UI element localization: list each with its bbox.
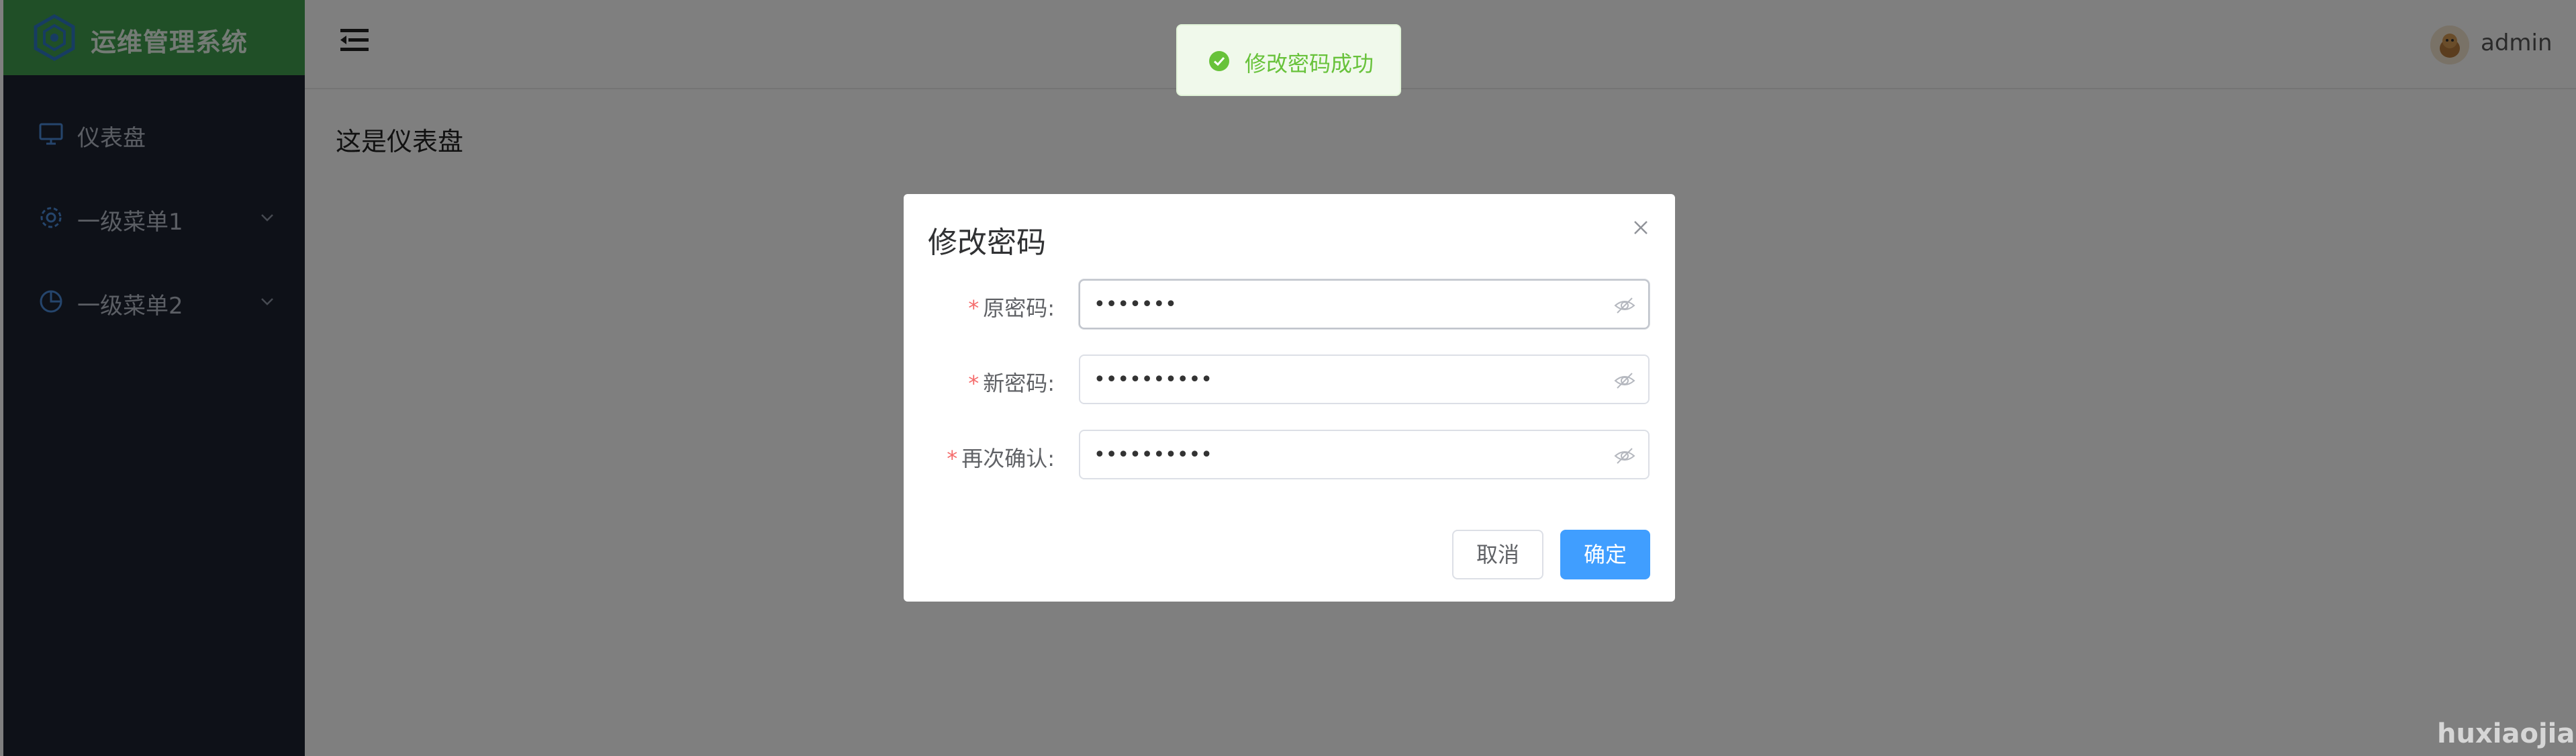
field-label: * 新密码:: [968, 371, 1055, 396]
eye-off-icon[interactable]: [1613, 295, 1636, 316]
confirm-password-input[interactable]: [1094, 440, 1604, 469]
old-password-input[interactable]: [1094, 290, 1604, 318]
success-toast: 修改密码成功: [1176, 24, 1401, 96]
confirm-button[interactable]: 确定: [1560, 530, 1650, 579]
required-mark: *: [947, 446, 958, 471]
check-circle-icon: [1209, 51, 1229, 71]
form-row-old-password: * 原密码:: [904, 279, 1675, 330]
change-password-dialog: 修改密码 *原密码: *新密码:: [904, 194, 1675, 602]
close-icon[interactable]: [1629, 216, 1653, 240]
app-root: 运维管理系统 仪表盘 一级菜单1 一级菜单2: [0, 0, 2576, 756]
watermark: huxiaojian: [2437, 718, 2576, 749]
form-row-new-password: * 新密码:: [904, 355, 1675, 405]
form-row-confirm-password: * 再次确认:: [904, 430, 1675, 480]
required-mark: *: [968, 371, 980, 396]
required-mark: *: [968, 295, 980, 321]
field-label: * 再次确认:: [947, 446, 1055, 471]
old-password-field[interactable]: [1079, 279, 1650, 329]
eye-off-icon[interactable]: [1613, 445, 1636, 467]
field-label: * 原密码:: [968, 295, 1055, 321]
confirm-password-field[interactable]: [1079, 430, 1650, 479]
eye-off-icon[interactable]: [1613, 370, 1636, 391]
dialog-title: 修改密码: [928, 226, 1046, 260]
new-password-input[interactable]: [1094, 365, 1604, 393]
cancel-button[interactable]: 取消: [1452, 530, 1543, 579]
new-password-field[interactable]: [1079, 355, 1650, 404]
toast-message: 修改密码成功: [1245, 51, 1374, 77]
